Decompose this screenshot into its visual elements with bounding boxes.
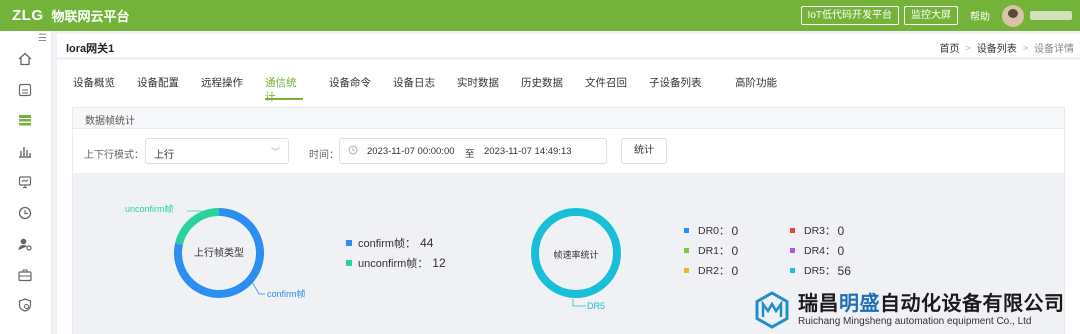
app-logo[interactable]: ZLG 物联网云平台	[12, 6, 130, 25]
lowcode-platform-button[interactable]: IoT低代码开发平台	[800, 6, 899, 25]
clock-icon	[348, 145, 358, 158]
page-header: lora网关1 首页 > 设备列表 > 设备详情	[57, 34, 1080, 58]
legend-label: DR3：	[804, 225, 836, 237]
dr-legend-item: DR2： 0	[684, 263, 738, 278]
confirm-slice-label: confirm帧	[267, 288, 306, 299]
dr-legend-item: DR5： 56	[790, 263, 851, 278]
date-range-picker[interactable]: 2023-11-07 00:00:00 至 2023-11-07 14:49:1…	[339, 138, 607, 164]
clock-icon[interactable]	[17, 205, 33, 221]
date-start[interactable]: 2023-11-07 00:00:00	[367, 146, 455, 157]
home-icon[interactable]	[17, 51, 33, 67]
legend-value: 56	[837, 263, 851, 278]
legend-swatch	[790, 268, 795, 273]
user-settings-icon[interactable]	[17, 236, 33, 252]
legend-swatch	[684, 248, 689, 253]
tab-device-logs[interactable]: 设备日志	[393, 76, 457, 100]
chevron-right-icon: >	[965, 42, 971, 53]
legend-value: 0	[731, 243, 739, 258]
mode-select-value: 上行	[154, 150, 174, 161]
legend-label: unconfirm帧：	[358, 258, 429, 270]
tab-sub-device-list[interactable]: 子设备列表	[649, 76, 735, 100]
legend-swatch	[684, 228, 689, 233]
legend-value: 0	[731, 223, 739, 238]
chart-icon[interactable]	[17, 143, 33, 159]
chevron-right-icon: >	[1022, 42, 1028, 53]
stat-button[interactable]: 统计	[621, 138, 667, 164]
legend-value: 0	[731, 263, 739, 278]
dr5-slice-label: DR5	[587, 301, 605, 311]
toolbox-icon[interactable]	[17, 267, 33, 283]
dr-legend-item: DR4： 0	[790, 243, 844, 258]
sidebar: ☰	[0, 31, 52, 334]
company-logo-icon	[752, 290, 792, 330]
breadcrumb: 首页 > 设备列表 > 设备详情	[939, 40, 1074, 56]
device-list-icon[interactable]	[17, 112, 33, 128]
tab-device-config[interactable]: 设备配置	[137, 76, 201, 100]
legend-value: 0	[837, 223, 845, 238]
avatar[interactable]	[1002, 4, 1024, 27]
legend-swatch	[790, 248, 795, 253]
chevron-down-icon: ﹀	[270, 147, 280, 157]
breadcrumb-home[interactable]: 首页	[939, 40, 959, 55]
legend-value: 44	[420, 236, 434, 250]
legend-label: DR0：	[698, 225, 730, 237]
company-name-part: 自动化设备有限公司	[880, 292, 1065, 315]
legend-swatch	[790, 228, 795, 233]
page-title: lora网关1	[66, 43, 115, 55]
pie-slice-unconfirm[interactable]	[175, 208, 220, 245]
tab-device-commands[interactable]: 设备命令	[329, 76, 393, 100]
legend-swatch	[684, 268, 689, 273]
legend-unconfirm: unconfirm帧： 12	[346, 255, 446, 271]
username-placeholder[interactable]	[1030, 11, 1072, 20]
time-label: 时间：	[309, 150, 339, 161]
company-watermark: 瑞昌明盛自动化设备有限公司 Ruichang Mingsheng automat…	[752, 286, 1080, 334]
tab-history-data[interactable]: 历史数据	[521, 76, 585, 100]
unconfirm-slice-label: unconfirm帧	[125, 203, 174, 214]
mode-select[interactable]: 上行 ﹀	[145, 138, 289, 164]
dr-legend-item: DR0： 0	[684, 223, 738, 238]
legend-label: DR5：	[804, 265, 836, 277]
breadcrumb-device-list[interactable]: 设备列表	[977, 40, 1017, 55]
app-name: 物联网云平台	[51, 9, 130, 24]
legend-value: 12	[432, 256, 446, 270]
date-separator: 至	[465, 149, 475, 160]
monitor-icon[interactable]	[17, 174, 33, 190]
tab-remote-operation[interactable]: 远程操作	[201, 76, 265, 100]
legend-label: confirm帧：	[358, 238, 417, 250]
tab-advanced[interactable]: 高阶功能	[735, 76, 799, 100]
panel-title: 数据帧统计	[73, 108, 1064, 129]
legend-swatch	[346, 260, 352, 266]
help-link[interactable]: 帮助	[970, 8, 990, 23]
menu-toggle-icon[interactable]: ☰	[38, 33, 47, 44]
top-bar: ZLG 物联网云平台 IoT低代码开发平台 监控大屏 帮助	[0, 0, 1080, 31]
legend-label: DR4：	[804, 245, 836, 257]
tab-comm-stats[interactable]: 通信统计	[265, 76, 303, 103]
dr-legend-item: DR1： 0	[684, 243, 738, 258]
breadcrumb-device-detail: 设备详情	[1034, 44, 1074, 55]
company-name-part: 瑞昌	[798, 292, 839, 315]
company-name-cn: 瑞昌明盛自动化设备有限公司	[798, 293, 1065, 315]
monitor-screen-button[interactable]: 监控大屏	[904, 6, 958, 25]
tab-device-overview[interactable]: 设备概览	[73, 76, 137, 100]
legend-confirm: confirm帧： 44	[346, 235, 433, 251]
date-end[interactable]: 2023-11-07 14:49:13	[484, 146, 572, 157]
legend-swatch	[346, 240, 352, 246]
tab-bar: 设备概览 设备配置 远程操作 通信统计 设备命令 设备日志 实时数据 历史数据 …	[73, 76, 799, 103]
legend-label: DR2：	[698, 265, 730, 277]
company-name-highlight: 明盛	[839, 292, 880, 315]
dr-legend-item: DR3： 0	[790, 223, 844, 238]
legend-value: 0	[837, 243, 845, 258]
frame-rate-chart-title: 帧速率统计	[553, 249, 598, 260]
shield-icon[interactable]	[17, 297, 33, 313]
gateway-icon[interactable]	[17, 82, 33, 98]
frame-type-chart-title: 上行帧类型	[194, 246, 244, 259]
dr5-leader-line	[572, 299, 586, 307]
tab-file-recall[interactable]: 文件召回	[585, 76, 649, 100]
logo-text: ZLG	[12, 7, 44, 24]
tab-realtime-data[interactable]: 实时数据	[457, 76, 521, 100]
company-name-en: Ruichang Mingsheng automation equipment …	[798, 315, 1032, 327]
legend-label: DR1：	[698, 245, 730, 257]
mode-label: 上下行模式：	[84, 150, 144, 161]
